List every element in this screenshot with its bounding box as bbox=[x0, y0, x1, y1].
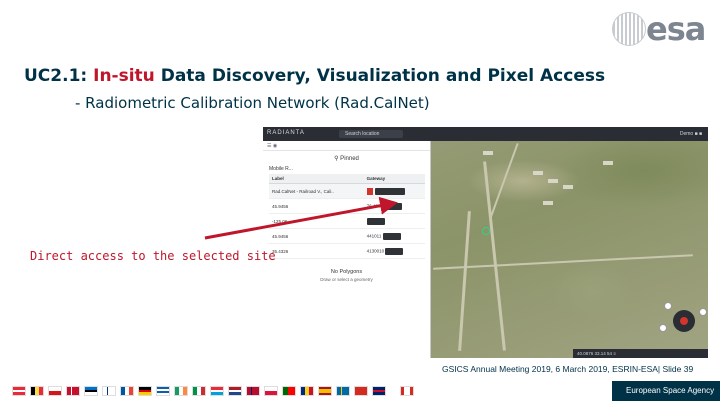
esa-logo-word: esa bbox=[646, 10, 706, 48]
flag-spain-icon bbox=[318, 386, 332, 396]
table-cell: 35.4326 bbox=[269, 243, 364, 259]
flag-romania-icon bbox=[300, 386, 314, 396]
flag-uk-icon bbox=[372, 386, 386, 396]
table-row[interactable]: 45.9456 76.4251 bbox=[269, 198, 425, 214]
slide-footer: GSICS Annual Meeting 2019, 6 March 2019,… bbox=[442, 364, 694, 374]
map-building bbox=[603, 161, 613, 165]
map-control-button[interactable] bbox=[659, 324, 667, 332]
map-control-button[interactable] bbox=[664, 302, 672, 310]
flag-netherlands-icon bbox=[228, 386, 242, 396]
map-building bbox=[483, 151, 493, 155]
app-brand: RADIANTA bbox=[267, 130, 305, 136]
map-building bbox=[543, 201, 553, 205]
delete-icon[interactable] bbox=[366, 187, 373, 195]
compass-icon[interactable] bbox=[673, 310, 695, 332]
side-panel: ☰ ◉ ⚲ Pinned Mobile R... Label Gateway R… bbox=[263, 141, 431, 358]
sites-table: Label Gateway Rad.CalNet - Railroad V., … bbox=[269, 174, 425, 259]
agency-banner: European Space Agency bbox=[612, 381, 720, 401]
app-screenshot: RADIANTA Search location Demo ■ ■ 40.087… bbox=[263, 127, 708, 358]
table-row[interactable]: 45.9456 441011 bbox=[269, 228, 425, 244]
panel-header[interactable]: ☰ ◉ bbox=[263, 141, 430, 151]
flag-finland-icon bbox=[102, 386, 116, 396]
table-row[interactable]: -125.06 bbox=[269, 213, 425, 229]
table-cell bbox=[363, 213, 425, 229]
flag-denmark-icon bbox=[66, 386, 80, 396]
table-cell: 4130010 bbox=[363, 243, 425, 259]
map-status-bar: 40.0876 33.14 54 ≡ bbox=[573, 349, 708, 358]
no-polygons-subtitle: Draw or select a geometry bbox=[320, 277, 373, 282]
flag-greece-icon bbox=[156, 386, 170, 396]
slide-subtitle: - Radiometric Calibration Network (Rad.C… bbox=[75, 94, 430, 112]
row-tools-icon[interactable] bbox=[384, 202, 403, 210]
map-building bbox=[533, 171, 543, 175]
flag-ireland-icon bbox=[174, 386, 188, 396]
title-rest: Data Discovery, Visualization and Pixel … bbox=[154, 66, 606, 86]
title-accent: In-situ bbox=[93, 66, 155, 86]
panel-section-title: Mobile R... bbox=[269, 166, 293, 172]
flag-belgium-icon bbox=[30, 386, 44, 396]
table-row[interactable]: Rad.CalNet - Railroad V., Cali.. bbox=[269, 183, 425, 199]
bottom-bar: European Space Agency bbox=[0, 378, 720, 405]
flag-poland-icon bbox=[264, 386, 278, 396]
row-tools-icon[interactable] bbox=[385, 247, 404, 255]
row-tools-icon[interactable] bbox=[374, 187, 405, 195]
flag-austria-icon bbox=[12, 386, 26, 396]
search-input[interactable]: Search location bbox=[339, 130, 403, 138]
flag-portugal-icon bbox=[282, 386, 296, 396]
flag-estonia-icon bbox=[84, 386, 98, 396]
slide-title: UC2.1: In-situ Data Discovery, Visualiza… bbox=[24, 66, 605, 86]
map-building bbox=[548, 179, 558, 183]
annotation-label: Direct access to the selected site bbox=[30, 249, 276, 263]
table-cell: Rad.CalNet - Railroad V., Cali.. bbox=[269, 183, 364, 199]
flag-czechia-icon bbox=[48, 386, 62, 396]
flag-canada-icon bbox=[400, 386, 414, 396]
column-header: Label bbox=[269, 174, 364, 184]
flag-norway-icon bbox=[246, 386, 260, 396]
map-building bbox=[563, 185, 573, 189]
app-topbar: RADIANTA Search location Demo ■ ■ bbox=[263, 127, 708, 141]
flag-italy-icon bbox=[192, 386, 206, 396]
table-cell: 441011 bbox=[363, 228, 425, 244]
map-road bbox=[483, 161, 506, 351]
esa-logo: esa bbox=[612, 8, 712, 48]
table-cell: 45.9456 bbox=[269, 198, 364, 214]
row-tools-icon[interactable] bbox=[382, 232, 401, 240]
table-row[interactable]: 35.4326 4130010 bbox=[269, 243, 425, 259]
map-road bbox=[458, 211, 471, 351]
map-road bbox=[433, 254, 693, 270]
flag-luxembourg-icon bbox=[210, 386, 224, 396]
flag-switzerland-icon bbox=[354, 386, 368, 396]
table-cell: -125.06 bbox=[269, 213, 364, 229]
table-header-row: Label Gateway bbox=[269, 174, 425, 184]
topbar-right-controls[interactable]: Demo ■ ■ bbox=[680, 131, 702, 137]
row-actions[interactable] bbox=[363, 183, 425, 199]
map-control-button[interactable] bbox=[699, 308, 707, 316]
site-marker-icon[interactable] bbox=[482, 227, 490, 235]
panel-pointer-label: ⚲ Pinned bbox=[334, 156, 359, 162]
esa-globe-icon bbox=[612, 12, 646, 46]
flag-germany-icon bbox=[138, 386, 152, 396]
flag-france-icon bbox=[120, 386, 134, 396]
table-cell: 45.9456 bbox=[269, 228, 364, 244]
row-tools-icon[interactable] bbox=[366, 217, 385, 225]
no-polygons-title: No Polygons bbox=[330, 269, 363, 275]
title-prefix: UC2.1: bbox=[24, 66, 94, 86]
column-header: Gateway bbox=[363, 174, 425, 184]
table-cell: 76.4251 bbox=[363, 198, 425, 214]
member-flags bbox=[12, 386, 414, 396]
flag-sweden-icon bbox=[336, 386, 350, 396]
map-road bbox=[489, 143, 519, 219]
